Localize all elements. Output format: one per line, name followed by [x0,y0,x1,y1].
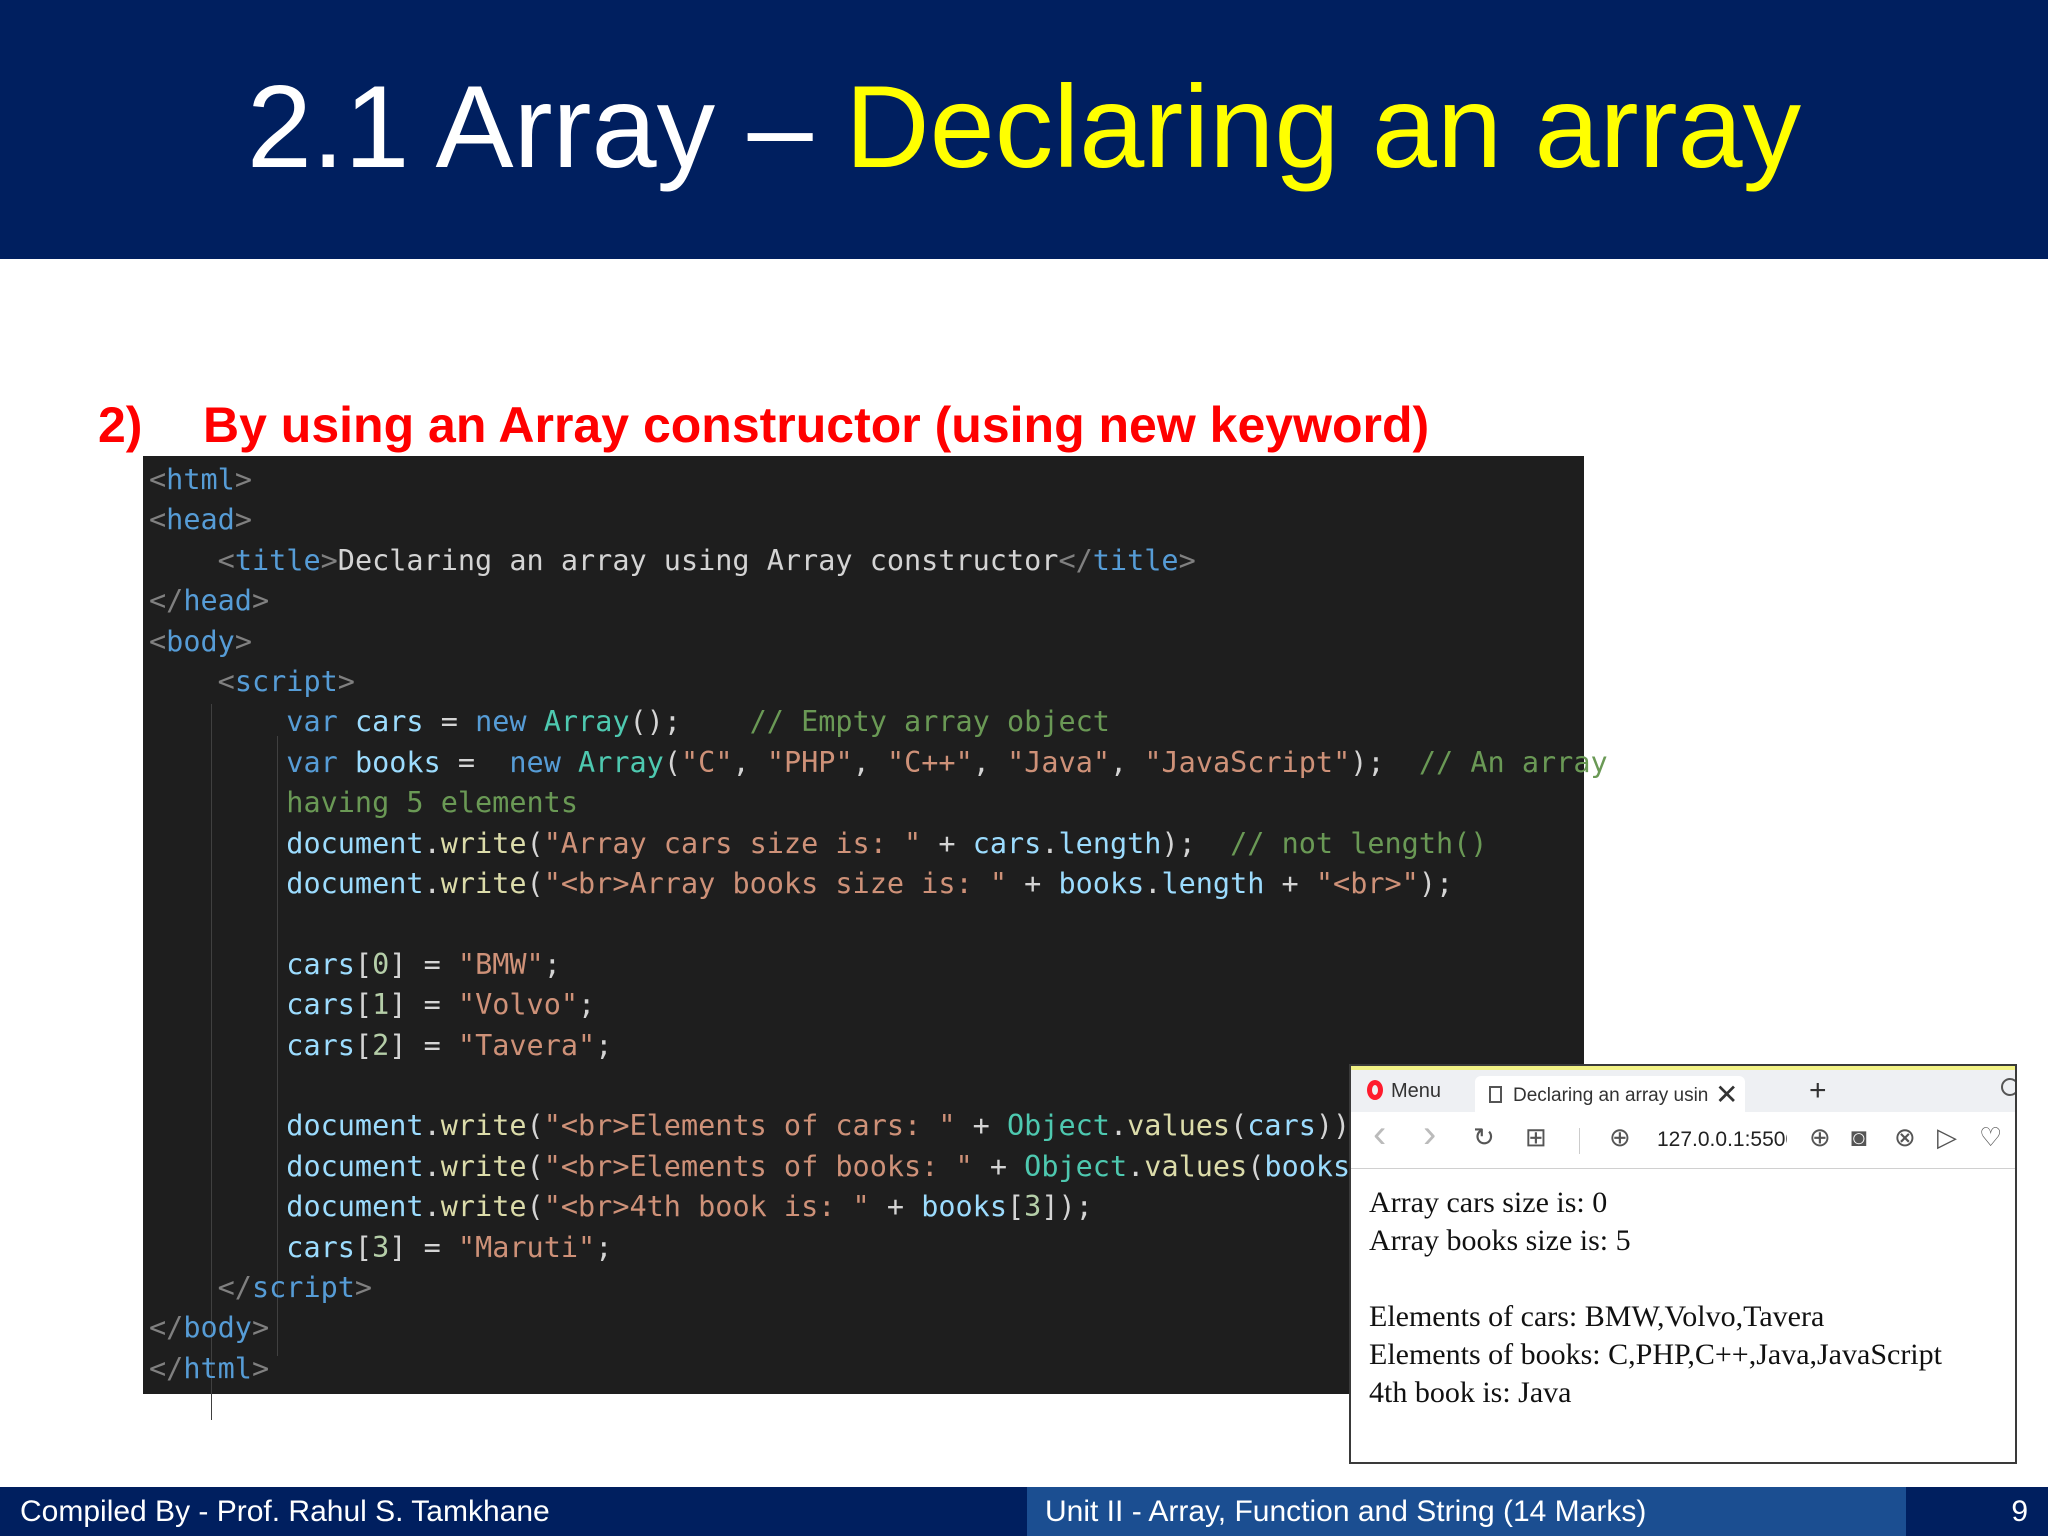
title-prefix: 2.1 Array – [246,61,846,192]
adblock-icon[interactable]: ⊗ [1894,1122,1916,1153]
forward-icon[interactable]: › [1423,1112,1436,1157]
code-line: <title>Declaring an array using Array co… [217,543,1196,577]
search-icon[interactable] [2001,1078,2015,1096]
code-line: <body> [149,624,252,658]
code-line: document.write("<br>Elements of books: "… [286,1149,1401,1183]
zoom-icon[interactable]: ⊕ [1809,1122,1831,1153]
output-line: Elements of books: C,PHP,C++,Java,JavaSc… [1369,1338,1942,1371]
menu-label: Menu [1391,1080,1442,1102]
browser-tab[interactable]: Declaring an array using Array construct… [1475,1076,1745,1116]
page-output: Array cars size is: 0 Array books size is… [1369,1184,1942,1412]
opera-menu-button[interactable]: Menu [1367,1080,1441,1103]
footer-unit: Unit II - Array, Function and String (14… [1027,1487,1906,1536]
globe-icon: ⊕ [1609,1122,1631,1152]
address-bar[interactable]: 127.0.0.1:5500 [1657,1128,1787,1152]
snapshot-icon[interactable]: ◙ [1851,1122,1867,1153]
code-line: document.write("Array cars size is: " + … [286,826,1488,860]
speed-dial-icon[interactable]: ⊞ [1525,1122,1547,1153]
slide-title: 2.1 Array – Declaring an array [0,52,2048,202]
section-heading: 2) By using an Array constructor (using n… [98,396,1429,454]
browser-tab-bar: Menu Declaring an array using Array cons… [1351,1066,2015,1116]
heart-icon[interactable]: ♡ [1979,1122,2002,1153]
page-number: 9 [1906,1487,2048,1536]
send-icon[interactable]: ▷ [1937,1122,1957,1153]
code-line: <html> [149,463,252,496]
output-line: Elements of cars: BMW,Volvo,Tavera [1369,1300,1825,1333]
code-line: cars[2] = "Tavera"; [286,1028,613,1062]
code-line: var books = new Array("C", "PHP", "C++",… [286,745,1608,779]
code-line: <head> [149,503,252,537]
document-icon [1489,1086,1502,1103]
section-heading-text: By using an Array constructor (using new… [203,397,1430,453]
output-line: 4th book is: Java [1369,1376,1572,1409]
browser-output-window: Menu Declaring an array using Array cons… [1349,1064,2017,1464]
output-line: Array books size is: 5 [1369,1224,1631,1257]
browser-nav-bar: ‹ › ↻ ⊞ ⊕ 127.0.0.1:5500 ⊕ ◙ ⊗ ▷ ♡ [1351,1112,2015,1169]
section-number: 2) [98,397,143,453]
output-line: Array cars size is: 0 [1369,1186,1608,1219]
close-tab-icon[interactable]: ✕ [1715,1078,1738,1111]
code-line: document.write("<br>Elements of cars: " … [286,1109,1368,1143]
code-line: </head> [149,584,270,618]
code-line: cars[0] = "BMW"; [286,947,561,981]
tab-title: Declaring an array using Array construct… [1513,1085,1709,1106]
code-line: var cars = new Array(); // Empty array o… [286,705,1110,739]
opera-logo-icon [1367,1080,1383,1100]
code-line: </html> [149,1351,270,1385]
footer-author: Compiled By - Prof. Rahul S. Tamkhane [0,1487,1027,1536]
title-highlight: Declaring an array [845,61,1802,192]
slide-header: 2.1 Array – Declaring an array [0,0,2048,259]
code-line: document.write("<br>Array books size is:… [286,867,1454,900]
reload-icon[interactable]: ↻ [1473,1122,1495,1153]
nav-divider [1579,1128,1580,1154]
slide-footer: Compiled By - Prof. Rahul S. Tamkhane Un… [0,1487,2048,1536]
code-line: </script> [217,1271,373,1304]
code-line: cars[3] = "Maruti"; [286,1230,613,1264]
new-tab-button[interactable]: + [1809,1074,1827,1108]
code-line: </body> [149,1311,270,1345]
code-line: document.write("<br>4th book is: " + boo… [286,1190,1093,1224]
code-line: cars[1] = "Volvo"; [286,988,596,1022]
back-icon[interactable]: ‹ [1373,1112,1386,1157]
code-line: having 5 elements [286,786,578,820]
code-line: <script> [217,665,355,698]
